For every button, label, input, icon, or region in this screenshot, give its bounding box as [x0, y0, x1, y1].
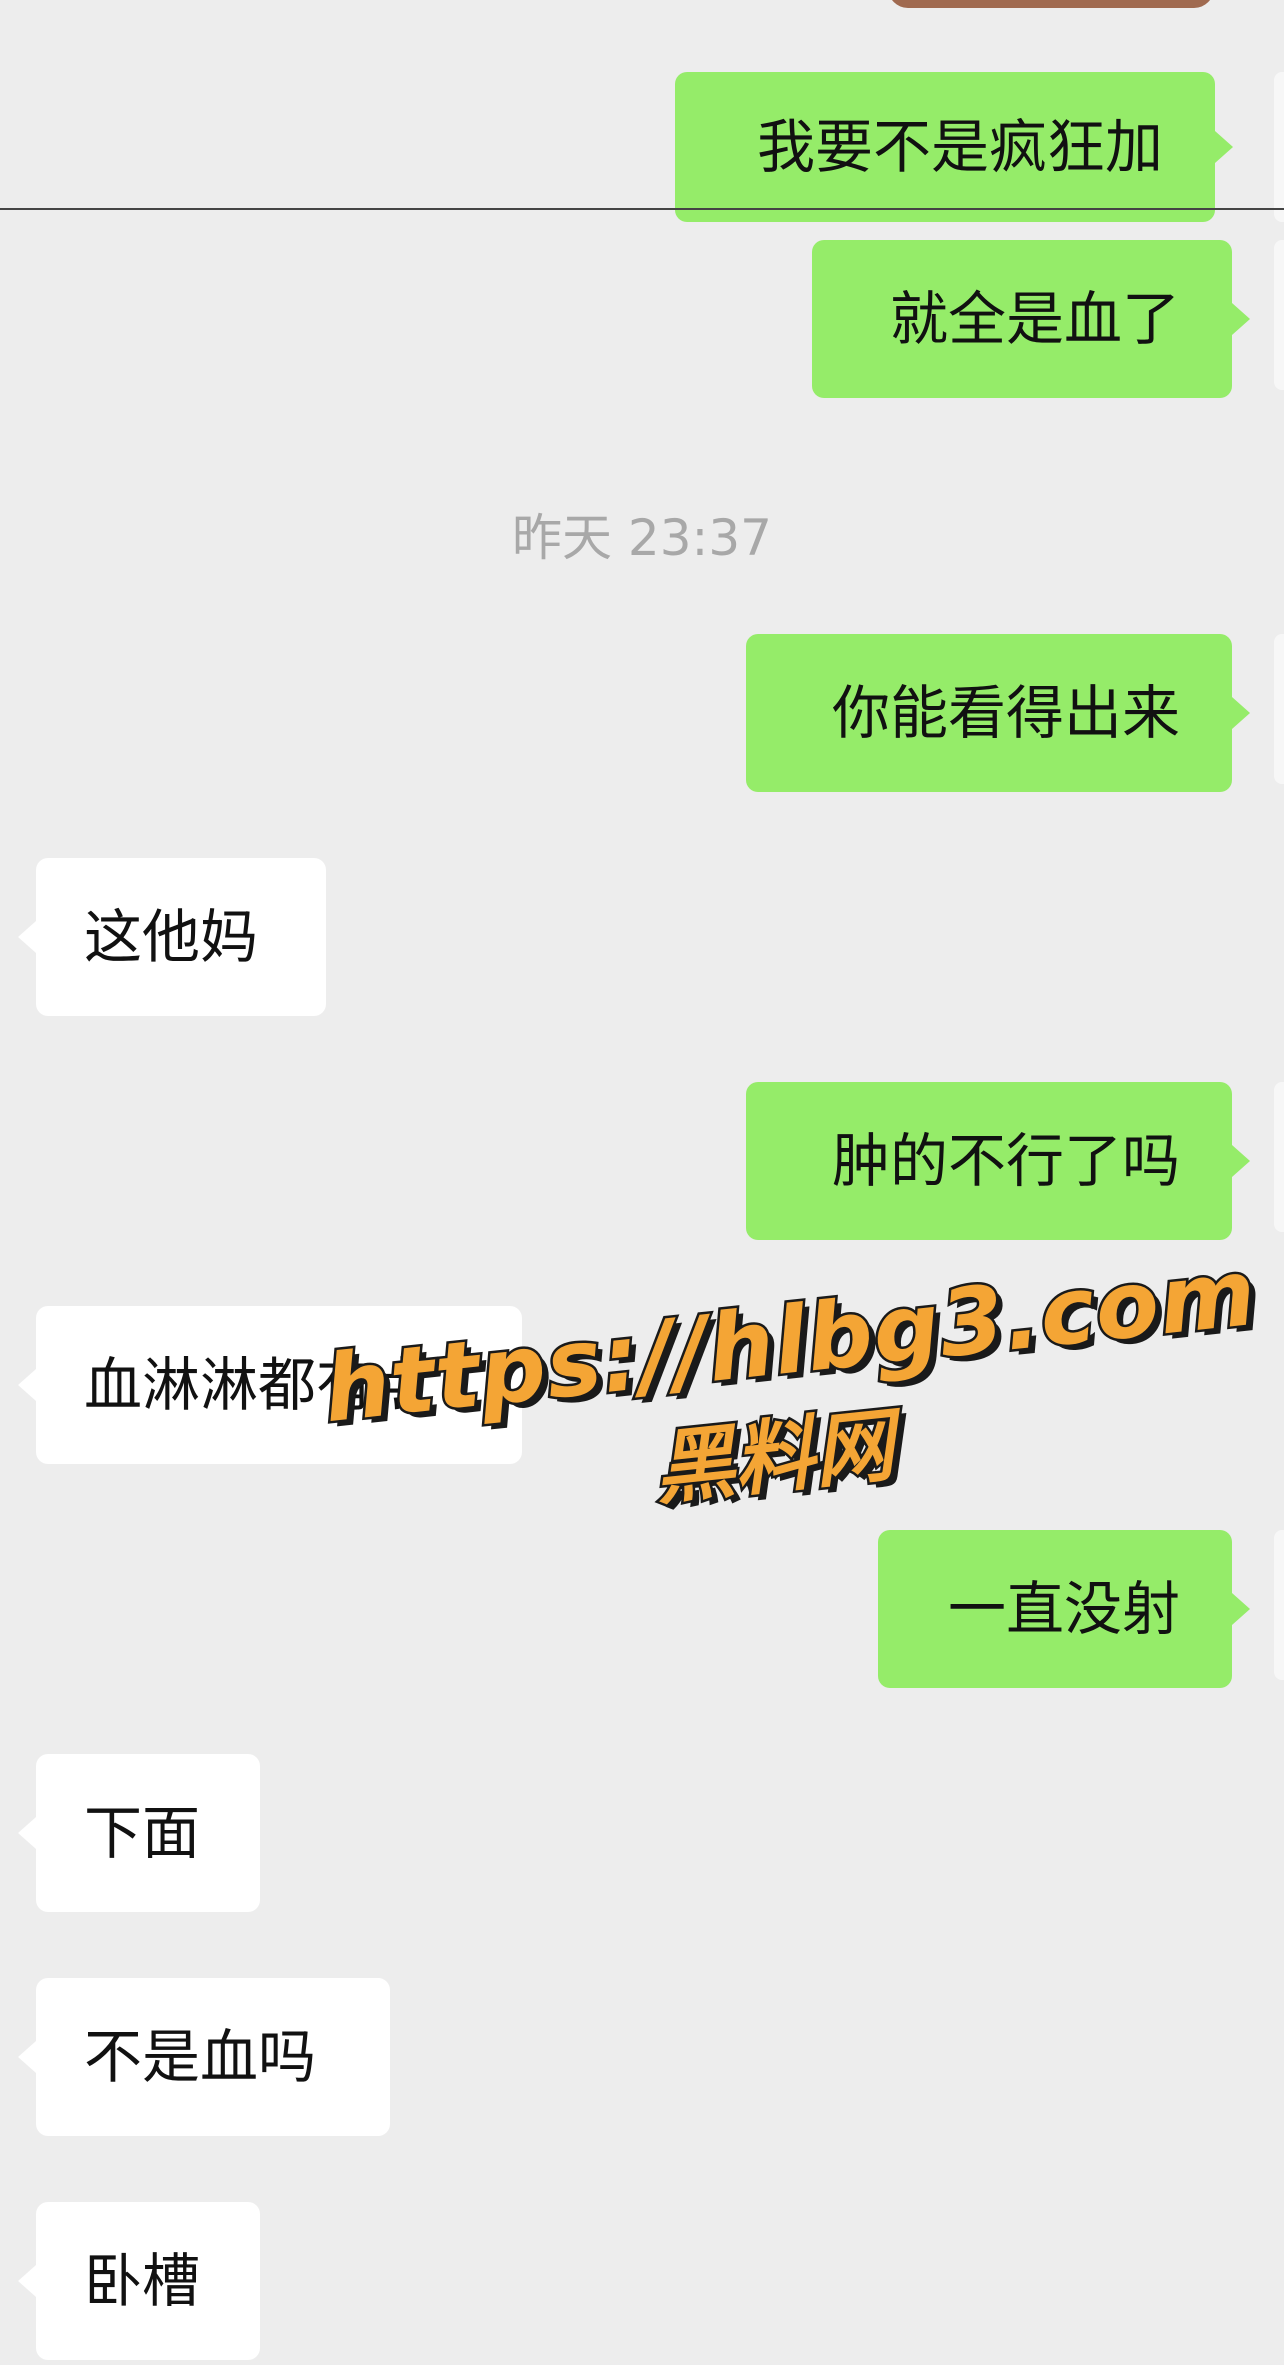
message-text: 血淋淋都有点 [84, 1351, 433, 1419]
bubble-tail [18, 2041, 36, 2073]
chat-timestamp: 昨天 23:37 [512, 509, 772, 567]
avatar[interactable] [1274, 1082, 1284, 1232]
bubble-tail [18, 2265, 36, 2297]
message-bubble-sent[interactable]: 一直没射 [878, 1530, 1250, 1688]
avatar[interactable] [1274, 634, 1284, 784]
message-bubble-received[interactable]: 卧槽 [18, 2202, 260, 2360]
message-text: 肿的不行了吗 [831, 1127, 1180, 1195]
message-bubble-received[interactable]: 下面 [18, 1754, 260, 1912]
message-bubble-received[interactable]: 血淋淋都有点 [18, 1306, 522, 1464]
message-text: 就全是血了 [889, 285, 1180, 353]
message-bubble-received[interactable]: 不是血吗 [18, 1978, 390, 2136]
bubble-tail [1232, 697, 1250, 729]
avatar[interactable] [1274, 240, 1284, 390]
screenshot-divider [0, 208, 1284, 210]
message-text: 一直没射 [947, 1575, 1180, 1643]
bubble-tail [18, 1817, 36, 1849]
message-text: 不是血吗 [84, 2023, 317, 2091]
message-text: 这他妈 [84, 903, 259, 971]
message-text: 我要不是疯狂加 [756, 113, 1163, 181]
message-text: 卧槽 [84, 2247, 201, 2315]
message-bubble-sent[interactable]: 我要不是疯狂加 [675, 72, 1233, 222]
bubble-tail [1232, 303, 1250, 335]
message-text: 下面 [84, 1799, 201, 1867]
message-bubble-sent[interactable]: 你能看得出来 [746, 634, 1250, 792]
bubble-tail [1232, 1145, 1250, 1177]
avatar[interactable] [1274, 72, 1284, 222]
message-bubble-received[interactable]: 这他妈 [18, 858, 326, 1016]
partial-image [888, 0, 1214, 8]
message-bubble-sent[interactable]: 就全是血了 [812, 240, 1250, 398]
bubble-tail [18, 921, 36, 953]
message-text: 你能看得出来 [831, 679, 1180, 747]
bubble-tail [1215, 131, 1233, 163]
message-bubble-sent[interactable]: 肿的不行了吗 [746, 1082, 1250, 1240]
avatar[interactable] [1274, 1530, 1284, 1680]
bubble-tail [18, 1369, 36, 1401]
bubble-tail [1232, 1593, 1250, 1625]
